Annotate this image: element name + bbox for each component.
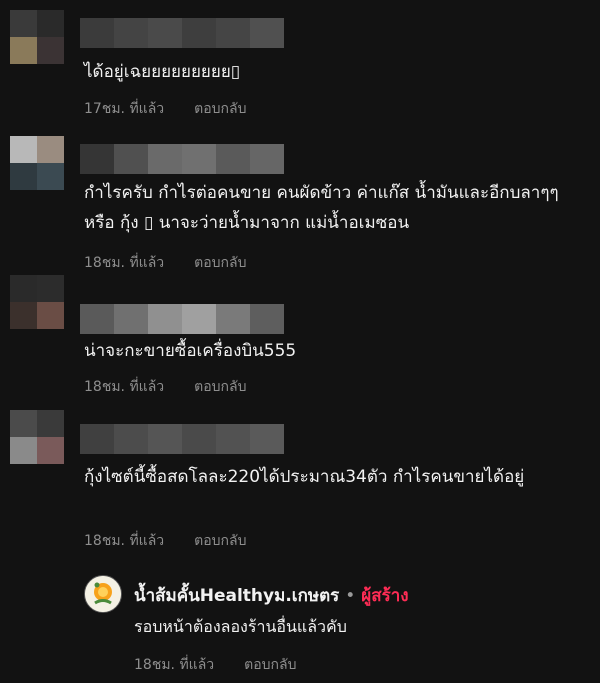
avatar-cell	[37, 410, 64, 437]
avatar-cell	[10, 163, 37, 190]
avatar-cell	[10, 275, 37, 302]
comment-meta: 18ชม. ที่แล้ว ตอบกลับ	[84, 252, 246, 274]
avatar-cell	[37, 437, 64, 464]
avatar-cell	[37, 302, 64, 329]
avatar-cell	[10, 37, 37, 64]
creator-avatar[interactable]	[84, 575, 122, 613]
comment-time: 18ชม. ที่แล้ว	[84, 533, 165, 549]
avatar-cell	[37, 37, 64, 64]
username-blurred[interactable]	[80, 144, 284, 174]
reply-meta: 18ชม. ที่แล้ว ตอบกลับ	[134, 654, 296, 676]
comment-text: ได้อยู่เฉยยยยยยยยย▯	[84, 62, 241, 82]
reply-button[interactable]: ตอบกลับ	[194, 252, 246, 274]
reply-button[interactable]: ตอบกลับ	[194, 98, 246, 120]
creator-badge: ผู้สร้าง	[361, 586, 409, 606]
username-blurred[interactable]	[80, 304, 284, 334]
avatar[interactable]	[10, 10, 64, 64]
avatar-cell	[10, 302, 37, 329]
avatar[interactable]	[10, 275, 64, 329]
reply-button[interactable]: ตอบกลับ	[194, 376, 246, 398]
avatar-cell	[10, 437, 37, 464]
comment-meta: 18ชม. ที่แล้ว ตอบกลับ	[84, 530, 246, 552]
reply-button[interactable]: ตอบกลับ	[244, 654, 296, 676]
creator-name[interactable]: น้ำส้มคั้นHealthyม.เกษตร	[134, 582, 339, 609]
reply-time: 18ชม. ที่แล้ว	[134, 657, 215, 673]
avatar-cell	[37, 136, 64, 163]
username-blurred[interactable]	[80, 18, 284, 48]
comment-text: กุ้งไซต์นี้ซื้อสดโลละ220ได้ประมาณ34ตัว ก…	[84, 467, 525, 487]
comment-time: 18ชม. ที่แล้ว	[84, 255, 165, 271]
comment-meta: 17ชม. ที่แล้ว ตอบกลับ	[84, 98, 246, 120]
creator-logo-icon	[85, 576, 121, 612]
reply-button[interactable]: ตอบกลับ	[194, 530, 246, 552]
creator-name-row: น้ำส้มคั้นHealthyม.เกษตร • ผู้สร้าง	[134, 582, 409, 609]
name-separator: •	[345, 585, 356, 606]
avatar-cell	[37, 275, 64, 302]
comment-text: น่าจะกะขายซื้อเครื่องบิน555	[84, 341, 297, 361]
comment-time: 18ชม. ที่แล้ว	[84, 379, 165, 395]
comment-time: 17ชม. ที่แล้ว	[84, 101, 165, 117]
avatar[interactable]	[10, 410, 64, 464]
avatar-cell	[37, 163, 64, 190]
comment-meta: 18ชม. ที่แล้ว ตอบกลับ	[84, 376, 246, 398]
avatar-cell	[10, 10, 37, 37]
avatar-cell	[10, 410, 37, 437]
avatar[interactable]	[10, 136, 64, 190]
username-blurred[interactable]	[80, 424, 284, 454]
comment-text: กำไรครับ กำไรต่อคนขาย คนผัดข้าว ค่าแก๊ส …	[84, 183, 564, 233]
comment-thread: ได้อยู่เฉยยยยยยยยย▯ 17ชม. ที่แล้ว ตอบกลั…	[0, 0, 600, 683]
avatar-cell	[10, 136, 37, 163]
avatar-cell	[37, 10, 64, 37]
reply-text: รอบหน้าต้องลองร้านอื่นแล้วคับ	[134, 617, 347, 636]
